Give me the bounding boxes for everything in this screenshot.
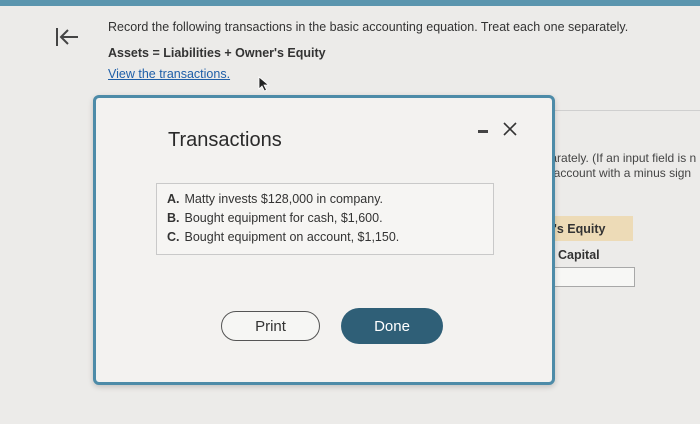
- dialog-title: Transactions: [168, 129, 282, 151]
- minimize-button[interactable]: [475, 124, 491, 138]
- mouse-pointer-icon: [258, 76, 270, 92]
- capital-input-field[interactable]: [545, 267, 635, 287]
- transaction-text: Bought equipment for cash, $1,600.: [184, 211, 383, 225]
- transactions-dialog: Transactions A. Matty invests $128,000 in…: [93, 95, 555, 385]
- close-icon: [503, 122, 517, 136]
- question-instruction: Record the following transactions in the…: [108, 20, 629, 34]
- transaction-text: Bought equipment on account, $1,150.: [184, 230, 400, 244]
- transaction-item: A. Matty invests $128,000 in company.: [167, 192, 493, 206]
- transaction-letter: A.: [167, 192, 180, 206]
- top-header-strip: [0, 0, 700, 6]
- background-note-line-1: eparately. (If an input field is n: [537, 151, 697, 165]
- close-button[interactable]: [499, 118, 521, 140]
- view-transactions-link[interactable]: View the transactions.: [108, 67, 230, 81]
- accounting-equation: Assets = Liabilities + Owner's Equity: [108, 46, 326, 60]
- minimize-icon: [478, 130, 488, 133]
- transaction-letter: B.: [167, 211, 180, 225]
- print-button[interactable]: Print: [221, 311, 320, 341]
- background-note-line-2: an account with a minus sign: [537, 166, 692, 180]
- done-button[interactable]: Done: [341, 308, 443, 344]
- transactions-list: A. Matty invests $128,000 in company. B. B…: [156, 183, 494, 255]
- owners-equity-column-header: r's Equity: [545, 216, 633, 241]
- background-divider: [545, 110, 700, 111]
- back-to-start-button[interactable]: [52, 22, 82, 52]
- back-to-start-icon: [56, 28, 78, 46]
- transaction-item: B. Bought equipment for cash, $1,600.: [167, 211, 493, 225]
- transaction-letter: C.: [167, 230, 180, 244]
- transaction-text: Matty invests $128,000 in company.: [184, 192, 384, 206]
- question-area: Record the following transactions in the…: [108, 14, 700, 83]
- transaction-item: C. Bought equipment on account, $1,150.: [167, 230, 493, 244]
